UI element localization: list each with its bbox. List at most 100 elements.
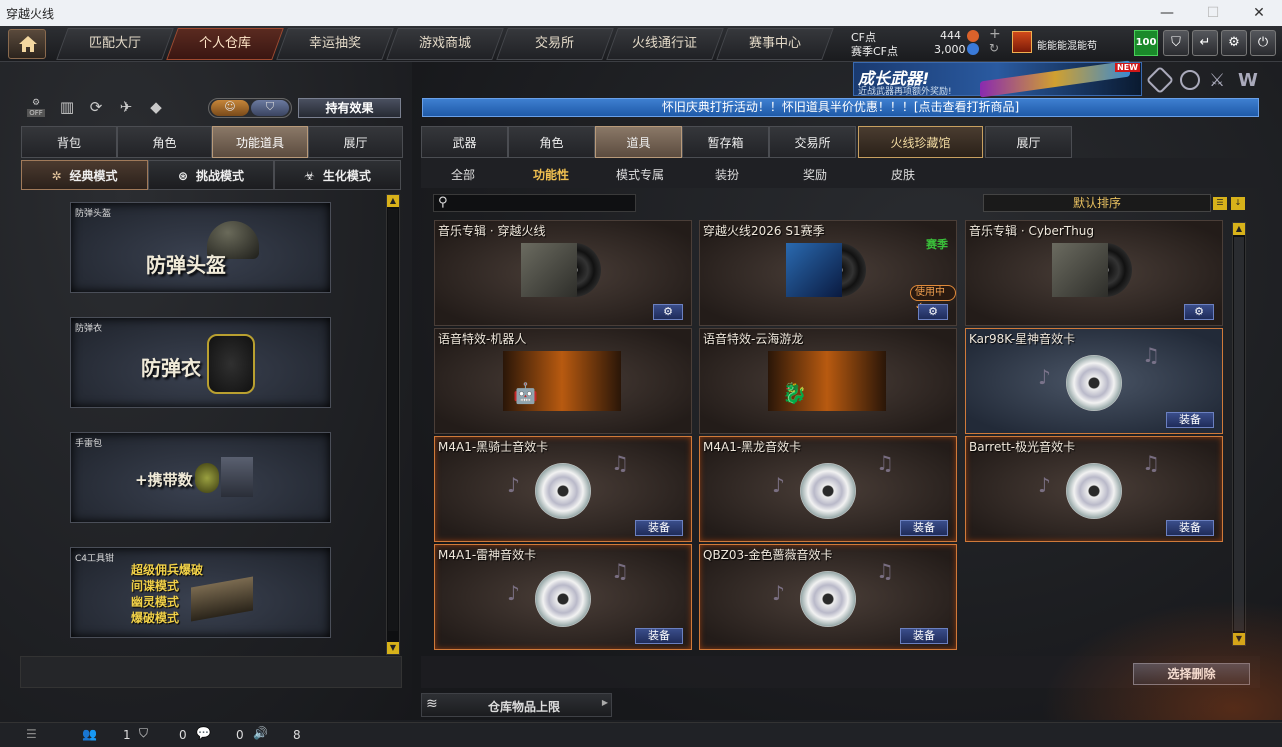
tab-backpack[interactable]: 背包 — [21, 126, 117, 158]
sort-dropdown[interactable]: 默认排序 — [983, 194, 1211, 212]
item-card[interactable]: M4A1-黑龙音效卡 ♪ ♫ 装备 — [699, 436, 957, 542]
minimize-button[interactable]: — — [1144, 0, 1190, 26]
equip-button[interactable]: 装备 — [1166, 412, 1214, 428]
tab-showroom[interactable]: 展厅 — [308, 126, 403, 158]
tab-lucky-draw[interactable]: 幸运抽奖 — [276, 28, 394, 60]
item-card[interactable]: 音乐专辑 · 穿越火线 ⚙ — [434, 220, 692, 326]
close-button[interactable]: ✕ — [1236, 0, 1282, 26]
item-name: Barrett-极光音效卡 — [969, 440, 1076, 454]
app-window: { "window":{"title":"穿越火线"}, "nav":{"tab… — [0, 0, 1282, 747]
tab-exhibit[interactable]: 展厅 — [985, 126, 1072, 158]
stats-icon[interactable]: ▥ — [55, 98, 79, 120]
subtab-functional[interactable]: 功能性 — [533, 166, 569, 183]
back-button[interactable]: ↵ — [1192, 30, 1218, 56]
robot-icon: 🤖 — [513, 381, 538, 405]
item-card[interactable]: Barrett-极光音效卡 ♪ ♫ 装备 — [965, 436, 1223, 542]
select-delete-button[interactable]: 选择删除 — [1133, 663, 1250, 685]
chat-icon[interactable]: 💬 — [196, 726, 211, 740]
view-toggle[interactable]: ☺ ⛉ — [208, 98, 292, 118]
scroll-down-icon[interactable]: ▼ — [387, 642, 399, 654]
settings-button[interactable]: ⚙ — [1221, 30, 1247, 56]
menu-icon[interactable]: ☰ — [26, 727, 37, 741]
run-icon[interactable]: ✈ — [114, 98, 138, 120]
slot-vest[interactable]: 防弹衣 防弹衣 — [70, 317, 331, 408]
scroll-thumb[interactable] — [1234, 237, 1244, 631]
slot-grenade-pack[interactable]: 手雷包 +携带数 — [70, 432, 331, 523]
weapon-ad-banner[interactable]: 成长武器! 近战武器再项额外奖励! NEW — [853, 60, 1142, 98]
hold-effect-button[interactable]: 持有效果 — [298, 98, 401, 118]
scroll-down-icon[interactable]: ▼ — [1233, 633, 1245, 645]
status-bar: ☰ 👥 1 ⛉ 0 💬 0 🔊 8 — [0, 722, 1282, 747]
equip-button[interactable]: 装备 — [1166, 520, 1214, 536]
subtab-reward[interactable]: 奖励 — [803, 166, 827, 183]
sort-desc-icon[interactable]: ↓ — [1231, 197, 1245, 210]
cycle-icon[interactable]: ⟳ — [84, 98, 108, 120]
power-button[interactable]: ⏻ — [1250, 30, 1276, 56]
home-button[interactable] — [8, 29, 46, 59]
tab-roles[interactable]: 角色 — [508, 126, 595, 158]
sword-icon[interactable]: ⚔ — [1209, 70, 1225, 91]
tab-event-center[interactable]: 赛事中心 — [716, 28, 834, 60]
tab-items[interactable]: 道具 — [595, 126, 682, 158]
item-card[interactable]: 穿越火线2026 S1赛季 赛季 使用中✓ ⚙ — [699, 220, 957, 326]
w-logo-icon[interactable]: W — [1238, 70, 1258, 91]
item-card[interactable]: M4A1-黑骑士音效卡 ♪ ♫ 装备 — [434, 436, 692, 542]
globe-icon[interactable] — [1180, 70, 1200, 90]
volume-icon[interactable]: 🔊 — [253, 726, 268, 740]
effect-off-icon[interactable]: ⚙ OFF — [24, 98, 48, 120]
item-card[interactable]: 音乐专辑 · CyberThug ⚙ — [965, 220, 1223, 326]
shield-button[interactable]: ⛉ — [1163, 30, 1189, 56]
equip-button[interactable]: 装备 — [900, 520, 948, 536]
mode-classic[interactable]: ✲ 经典模式 — [21, 160, 148, 190]
item-settings-button[interactable]: ⚙ — [653, 304, 683, 320]
item-name: M4A1-雷神音效卡 — [438, 548, 537, 562]
slot-c4-pliers[interactable]: C4工具钳 超级佣兵爆破 间谍模式 幽灵模式 爆破模式 — [70, 547, 331, 638]
tab-match-lobby[interactable]: 匹配大厅 — [56, 28, 174, 60]
friends-icon[interactable]: 👥 — [82, 727, 97, 741]
slot-helmet[interactable]: 防弹头盔 防弹头盔 — [70, 202, 331, 293]
tab-game-mall[interactable]: 游戏商城 — [386, 28, 504, 60]
tab-collection-hall[interactable]: 火线珍藏馆 — [858, 126, 983, 158]
shield-status-icon[interactable]: ⛉ — [139, 726, 148, 741]
subtab-all[interactable]: 全部 — [451, 166, 475, 183]
mode-line: 幽灵模式 — [131, 595, 180, 609]
item-card[interactable]: 语音特效-云海游龙 🐉 — [699, 328, 957, 434]
tab-battle-pass[interactable]: 火线通行证 — [606, 28, 724, 60]
discount-banner[interactable]: 怀旧庆典打折活动！！怀旧道具半价优惠！！！[点击查看打折商品] — [422, 98, 1259, 117]
list-view-icon[interactable]: ☰ — [1213, 197, 1227, 210]
item-card-selected[interactable]: Kar98K-星神音效卡 ♪ ♫ 装备 — [965, 328, 1223, 434]
tab-exchange[interactable]: 交易所 — [496, 28, 614, 60]
equip-button[interactable]: 装备 — [635, 520, 683, 536]
equip-button[interactable]: 装备 — [900, 628, 948, 644]
tab-personal-storage[interactable]: 个人仓库 — [166, 28, 284, 60]
subtab-outfit[interactable]: 装扮 — [715, 166, 739, 183]
search-input[interactable]: ⚲ — [433, 194, 636, 212]
item-card[interactable]: QBZ03-金色蔷薇音效卡 ♪ ♫ 装备 — [699, 544, 957, 650]
tab-character[interactable]: 角色 — [117, 126, 212, 158]
item-settings-button[interactable]: ⚙ — [918, 304, 948, 320]
mode-challenge[interactable]: ⊛ 挑战模式 — [148, 160, 274, 190]
mode-zombie[interactable]: ☣ 生化模式 — [274, 160, 401, 190]
item-settings-button[interactable]: ⚙ — [1184, 304, 1214, 320]
tab-temp-box[interactable]: 暂存箱 — [682, 126, 769, 158]
tab-trade[interactable]: 交易所 — [769, 126, 856, 158]
item-card[interactable]: M4A1-雷神音效卡 ♪ ♫ 装备 — [434, 544, 692, 650]
scroll-thumb[interactable] — [388, 209, 398, 631]
item-card[interactable]: 语音特效-机器人 🤖 — [434, 328, 692, 434]
items-scrollbar[interactable]: ▲ ▼ — [1232, 222, 1246, 646]
maximize-button[interactable]: ☐ — [1190, 0, 1236, 26]
item-name: M4A1-黑骑士音效卡 — [438, 440, 549, 454]
tab-function-items[interactable]: 功能道具 — [212, 126, 308, 158]
tab-weapons[interactable]: 武器 — [421, 126, 508, 158]
scroll-up-icon[interactable]: ▲ — [387, 195, 399, 207]
canister-image — [221, 457, 253, 497]
subtab-skin[interactable]: 皮肤 — [891, 166, 915, 183]
left-scrollbar[interactable]: ▲ ▼ — [386, 194, 400, 655]
add-currency-icon[interactable]: + — [989, 26, 1001, 42]
refresh-icon[interactable]: ↻ — [989, 41, 999, 55]
equip-button[interactable]: 装备 — [635, 628, 683, 644]
scroll-up-icon[interactable]: ▲ — [1233, 223, 1245, 235]
grenade-icon[interactable]: ◆ — [144, 98, 168, 120]
storage-limit-bar[interactable]: ≋ 仓库物品上限 ▶ — [421, 693, 612, 717]
subtab-mode-exclusive[interactable]: 模式专属 — [616, 166, 664, 183]
